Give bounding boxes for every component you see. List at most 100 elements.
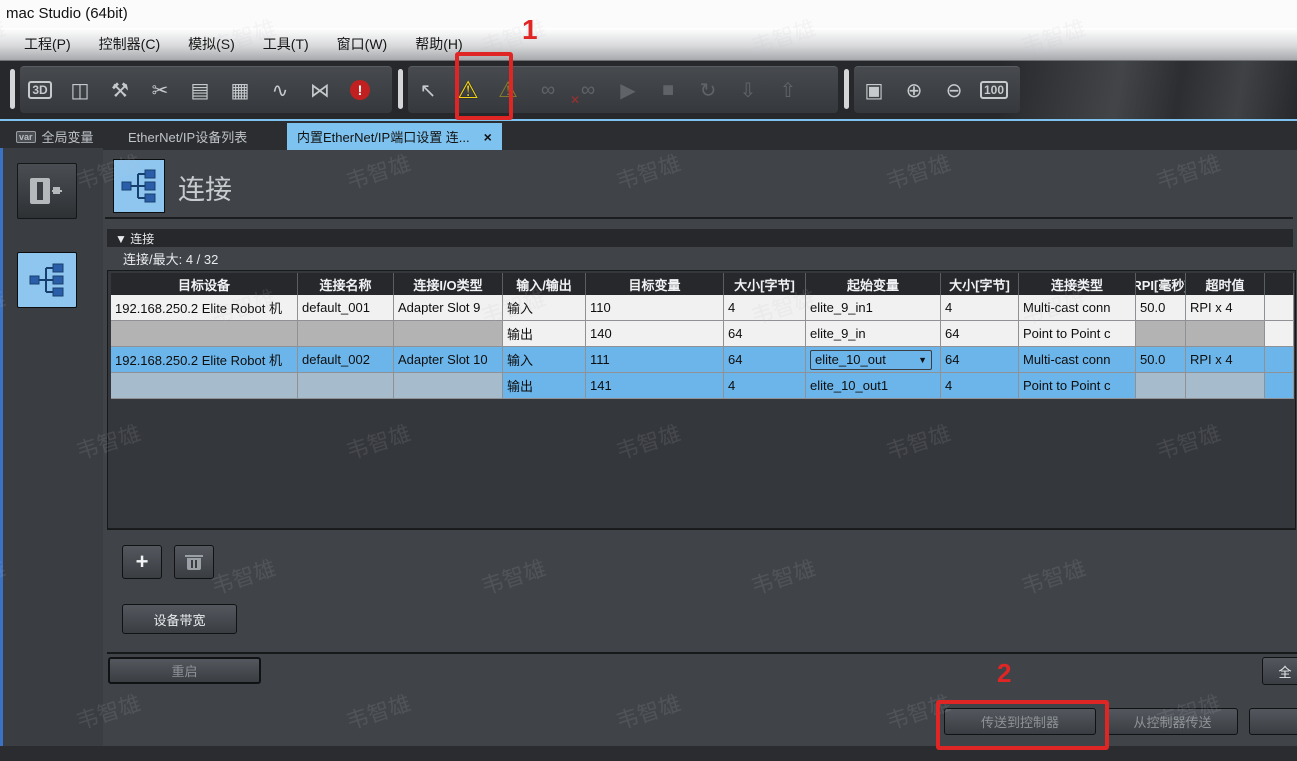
tab-builtin-ethernet-ip-port-settings[interactable]: 内置EtherNet/IP端口设置 连... × xyxy=(287,123,502,150)
table-cell[interactable]: RPI x 4 xyxy=(1186,295,1265,321)
table-cell[interactable]: Adapter Slot 10 xyxy=(394,347,503,373)
table-cell[interactable]: 140 xyxy=(586,321,724,347)
run-mode-icon[interactable]: ▶ xyxy=(608,73,648,107)
col-header-size-bytes-2[interactable]: 大小[字节] xyxy=(941,273,1019,295)
clipped-button[interactable] xyxy=(1249,708,1297,735)
table-cell[interactable] xyxy=(1265,373,1294,399)
table-cell[interactable]: 50.0 xyxy=(1136,295,1186,321)
col-header-timeout[interactable]: 超时值 xyxy=(1186,273,1265,295)
stop-mode-icon[interactable]: ■ xyxy=(648,73,688,107)
transfer-from-controller-button[interactable]: 从控制器传送 xyxy=(1107,708,1238,735)
table-cell[interactable]: 4 xyxy=(941,373,1019,399)
col-header-connection-name[interactable]: 连接名称 xyxy=(298,273,394,295)
table-cell[interactable] xyxy=(394,373,503,399)
monitor-glasses-icon[interactable]: ∞ xyxy=(528,73,568,107)
all-button-partial[interactable]: 全 xyxy=(1262,657,1297,685)
build-hammer-icon[interactable]: ⚒ xyxy=(100,73,140,107)
col-header-size-bytes-1[interactable]: 大小[字节] xyxy=(724,273,806,295)
col-header-origin-variable[interactable]: 起始变量 xyxy=(806,273,941,295)
table-cell[interactable] xyxy=(1265,295,1294,321)
tab-close-icon[interactable]: × xyxy=(484,129,492,145)
restart-button[interactable]: 重启 xyxy=(108,657,261,684)
table-cell[interactable] xyxy=(394,321,503,347)
zoom-in-icon[interactable]: ⊕ xyxy=(894,73,934,107)
table-cell[interactable]: 64 xyxy=(724,347,806,373)
add-connection-button[interactable]: + xyxy=(122,545,162,579)
table-cell[interactable] xyxy=(298,321,394,347)
table-cell[interactable] xyxy=(111,373,298,399)
col-header-connection-type[interactable]: 连接类型 xyxy=(1019,273,1136,295)
table-cell[interactable]: 4 xyxy=(724,373,806,399)
col-header-extra[interactable] xyxy=(1265,273,1294,295)
table-monitor-icon[interactable]: ▦ xyxy=(220,73,260,107)
table-cell[interactable]: 64 xyxy=(724,321,806,347)
menu-tools[interactable]: 工具(T) xyxy=(251,31,321,57)
menu-project[interactable]: 工程(P) xyxy=(12,31,83,57)
table-cell[interactable]: 192.168.250.2 Elite Robot 机 xyxy=(111,295,298,321)
origin-variable-dropdown[interactable]: elite_10_out ▼ xyxy=(810,350,932,370)
table-cell[interactable] xyxy=(1265,347,1294,373)
col-header-target-device[interactable]: 目标设备 xyxy=(111,273,298,295)
table-cell[interactable] xyxy=(1186,321,1265,347)
stop-monitor-icon[interactable]: ∞✕ xyxy=(568,73,608,107)
table-cell[interactable]: Point to Point c xyxy=(1019,321,1136,347)
table-cell[interactable]: elite_9_in1 xyxy=(806,295,941,321)
table-cell[interactable]: Point to Point c xyxy=(1019,373,1136,399)
table-cell[interactable] xyxy=(1186,373,1265,399)
table-cell[interactable]: Multi-cast conn xyxy=(1019,347,1136,373)
table-cell[interactable]: 输入 xyxy=(503,347,586,373)
sidebar-device-port-button[interactable] xyxy=(17,163,77,219)
table-cell[interactable]: 4 xyxy=(724,295,806,321)
table-cell[interactable] xyxy=(1136,321,1186,347)
synchronize-icon[interactable]: ↻ xyxy=(688,73,728,107)
table-cell[interactable]: Adapter Slot 9 xyxy=(394,295,503,321)
table-cell[interactable] xyxy=(1265,321,1294,347)
window-layout-icon[interactable]: ◫ xyxy=(60,73,100,107)
table-cell[interactable]: 输出 xyxy=(503,373,586,399)
download-to-controller-icon[interactable]: ⇩ xyxy=(728,73,768,107)
table-cell[interactable]: default_002 xyxy=(298,347,394,373)
rebuild-scissors-icon[interactable]: ✂ xyxy=(140,73,180,107)
table-cell[interactable]: 110 xyxy=(586,295,724,321)
watch-window-icon[interactable]: ▤ xyxy=(180,73,220,107)
table-cell[interactable]: elite_9_in xyxy=(806,321,941,347)
table-cell[interactable]: 64 xyxy=(941,347,1019,373)
table-cell[interactable]: default_001 xyxy=(298,295,394,321)
col-header-rpi-ms[interactable]: RPI[毫秒] xyxy=(1136,273,1186,295)
table-cell[interactable] xyxy=(111,321,298,347)
upload-from-controller-icon[interactable]: ⇧ xyxy=(768,73,808,107)
table-cell[interactable]: 64 xyxy=(941,321,1019,347)
col-header-input-output[interactable]: 输入/输出 xyxy=(503,273,586,295)
col-header-io-type[interactable]: 连接I/O类型 xyxy=(394,273,503,295)
fit-to-window-icon[interactable]: ▣ xyxy=(854,73,894,107)
menu-simulation[interactable]: 模拟(S) xyxy=(176,31,247,57)
table-cell[interactable]: RPI x 4 xyxy=(1186,347,1265,373)
table-cell[interactable]: 141 xyxy=(586,373,724,399)
table-cell[interactable]: Multi-cast conn xyxy=(1019,295,1136,321)
pointer-tool-icon[interactable]: ↖ xyxy=(408,73,448,107)
tab-global-variables[interactable]: var 全局变量 xyxy=(6,123,104,150)
connection-section-header[interactable]: ▼ 连接 xyxy=(107,229,1293,247)
device-bandwidth-button[interactable]: 设备带宽 xyxy=(122,604,237,634)
table-cell[interactable]: elite_10_out1 xyxy=(806,373,941,399)
search-binoculars-icon[interactable]: ⋈ xyxy=(300,73,340,107)
tab-ethernet-ip-device-list[interactable]: EtherNet/IP设备列表 xyxy=(118,123,257,150)
menu-controller[interactable]: 控制器(C) xyxy=(87,31,172,57)
sidebar-connection-button[interactable] xyxy=(17,252,77,308)
table-cell[interactable]: 192.168.250.2 Elite Robot 机 xyxy=(111,347,298,373)
col-header-target-variable[interactable]: 目标变量 xyxy=(586,273,724,295)
zoom-100-icon[interactable]: 100 xyxy=(974,73,1014,107)
menu-window[interactable]: 窗口(W) xyxy=(325,31,400,57)
table-cell[interactable]: 111 xyxy=(586,347,724,373)
table-cell[interactable] xyxy=(298,373,394,399)
table-cell[interactable]: 输出 xyxy=(503,321,586,347)
table-cell[interactable]: 输入 xyxy=(503,295,586,321)
3d-view-icon[interactable]: 3D xyxy=(20,73,60,107)
zoom-out-icon[interactable]: ⊖ xyxy=(934,73,974,107)
delete-connection-button[interactable] xyxy=(174,545,214,579)
error-list-icon[interactable]: ! xyxy=(340,73,380,107)
table-cell[interactable] xyxy=(1136,373,1186,399)
table-cell[interactable]: 4 xyxy=(941,295,1019,321)
table-cell[interactable]: 50.0 xyxy=(1136,347,1186,373)
pulse-monitor-icon[interactable]: ∿ xyxy=(260,73,300,107)
